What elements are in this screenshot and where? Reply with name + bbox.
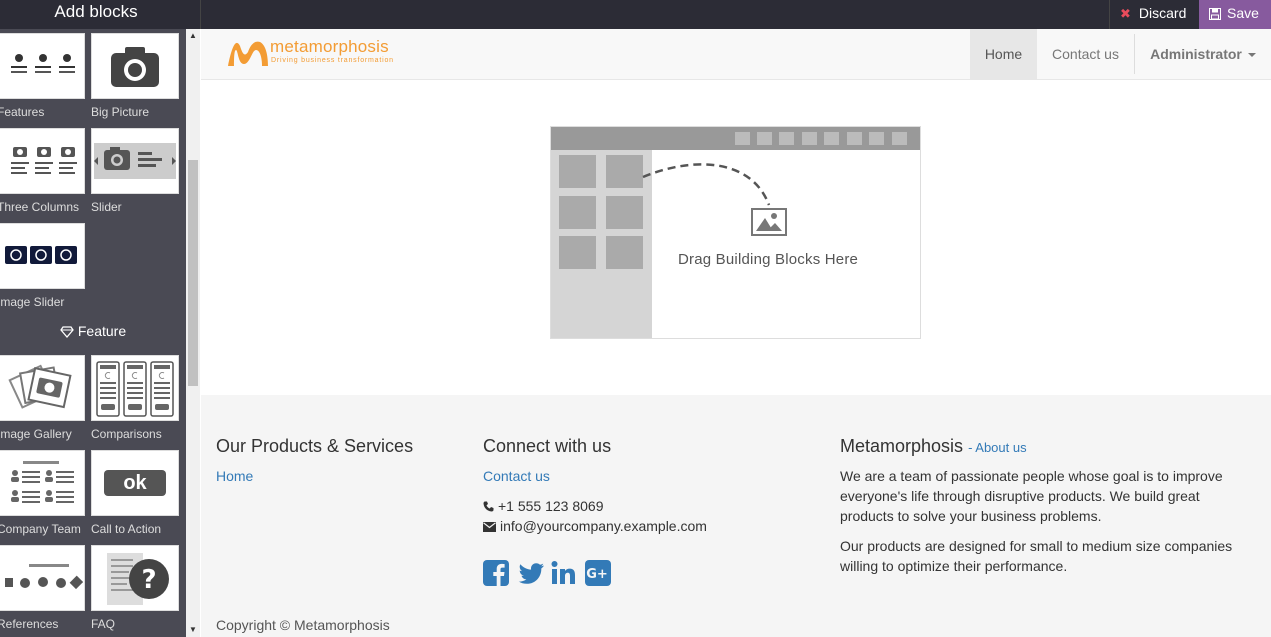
logo-mark-icon	[228, 41, 268, 66]
snippet-label: References	[0, 617, 59, 631]
google-plus-icon[interactable]: G+	[585, 560, 611, 586]
snippet-company-team[interactable]: Company Team	[0, 450, 85, 536]
discard-button[interactable]: ✖ Discard	[1109, 0, 1199, 29]
snippet-label: Call to Action	[91, 522, 162, 536]
footer-about-paragraph-1: We are a team of passionate people whose…	[840, 468, 1223, 524]
snippet-label: FAQ	[91, 617, 116, 631]
footer-col3-heading: Metamorphosis - About us	[840, 436, 1027, 457]
references-thumb	[0, 545, 85, 611]
save-button[interactable]: Save	[1199, 0, 1271, 29]
snippet-label: Company Team	[0, 522, 81, 536]
snippet-faq[interactable]: ? FAQ	[91, 545, 179, 631]
snippet-label: Big Picture	[91, 105, 150, 119]
scrollbar-thumb[interactable]	[188, 160, 198, 386]
snippet-label: Comparisons	[91, 427, 162, 441]
nav-contact[interactable]: Contact us	[1037, 29, 1134, 79]
comparisons-icon	[96, 361, 174, 417]
slider-thumb	[91, 128, 179, 194]
caret-down-icon	[1247, 53, 1256, 58]
phone-number: +1 555 123 8069	[498, 498, 604, 514]
company-team-thumb	[0, 450, 85, 516]
snippet-label: Slider	[91, 200, 122, 214]
logo-name: metamorphosis	[270, 37, 389, 56]
snippet-features[interactable]: Features	[0, 33, 85, 119]
logo-tagline: Driving business transformation	[271, 57, 394, 64]
envelope-icon	[483, 522, 496, 532]
snippet-label: Image Gallery	[0, 427, 72, 441]
snippet-references[interactable]: References	[0, 545, 85, 631]
nav-home[interactable]: Home	[970, 29, 1037, 79]
copyright: Copyright © Metamorphosis	[216, 617, 390, 633]
footer-home-link[interactable]: Home	[216, 468, 253, 484]
diamond-icon	[60, 326, 74, 338]
footer-col1-heading: Our Products & Services	[216, 436, 414, 456]
camera-icon	[111, 47, 159, 87]
image-gallery-thumb	[0, 355, 85, 421]
linkedin-icon[interactable]	[551, 560, 577, 586]
footer-col2-heading: Connect with us	[483, 436, 612, 456]
section-feature-label: Feature	[0, 323, 186, 339]
about-us-link[interactable]: - About us	[968, 440, 1027, 455]
image-slider-thumb	[0, 223, 85, 289]
footer-contact-link[interactable]: Contact us	[483, 468, 550, 484]
gallery-icon	[8, 364, 72, 409]
ok-button-preview: ok	[104, 470, 166, 496]
email-address: info@yourcompany.example.com	[500, 518, 707, 534]
save-label: Save	[1227, 5, 1259, 21]
snippet-image-gallery[interactable]: Image Gallery	[0, 355, 85, 441]
faq-thumb: ?	[91, 545, 179, 611]
snippet-image-slider[interactable]: Image Slider	[0, 223, 85, 309]
twitter-icon[interactable]	[517, 560, 544, 586]
features-thumb	[0, 33, 85, 99]
scroll-down-icon[interactable]: ▼	[186, 623, 200, 637]
comparisons-thumb	[91, 355, 179, 421]
team-icon	[11, 461, 74, 503]
snippet-label: Three Columns	[0, 200, 80, 214]
references-icon	[5, 564, 83, 590]
svg-text:G+: G+	[586, 567, 608, 582]
svg-text:?: ?	[141, 565, 156, 595]
dropzone-blocks	[559, 155, 787, 269]
footer-about-paragraph-2: Our products are designed for small to m…	[840, 538, 1233, 574]
dropzone-text: Drag Building Blocks Here	[678, 251, 859, 268]
snippet-call-to-action[interactable]: ok Call to Action	[91, 450, 179, 536]
user-name: Administrator	[1150, 46, 1242, 62]
footer-email: info@yourcompany.example.com	[483, 516, 707, 536]
question-icon: ?	[107, 553, 169, 605]
scroll-up-icon[interactable]: ▲	[186, 29, 200, 43]
nav-user-menu[interactable]: Administrator	[1135, 29, 1271, 79]
three-columns-thumb	[0, 128, 85, 194]
panel-title: Add blocks	[54, 2, 138, 21]
footer-phone: +1 555 123 8069	[483, 496, 604, 516]
slider-icon	[94, 143, 176, 179]
features-icon	[11, 54, 75, 73]
facebook-icon[interactable]	[483, 560, 509, 586]
topbar-divider	[200, 0, 201, 29]
three-columns-icon	[11, 147, 77, 174]
big-picture-thumb	[91, 33, 179, 99]
company-name: Metamorphosis	[840, 436, 964, 456]
snippet-label: Image Slider	[0, 295, 65, 309]
floppy-icon	[1209, 8, 1221, 20]
snippet-comparisons[interactable]: Comparisons	[91, 355, 179, 441]
snippet-slider[interactable]: Slider	[91, 128, 179, 214]
section-feature-text: Feature	[77, 323, 127, 339]
social-links: G+	[483, 560, 611, 586]
image-slider-icon	[5, 246, 77, 264]
snippet-three-columns[interactable]: Three Columns	[0, 128, 85, 214]
snippet-big-picture[interactable]: Big Picture	[91, 33, 179, 119]
dropzone-illustration	[550, 126, 921, 339]
snippet-label: Features	[0, 105, 45, 119]
call-to-action-thumb: ok	[91, 450, 179, 516]
close-icon: ✖	[1120, 6, 1131, 21]
discard-label: Discard	[1138, 5, 1187, 21]
phone-icon	[483, 501, 494, 512]
